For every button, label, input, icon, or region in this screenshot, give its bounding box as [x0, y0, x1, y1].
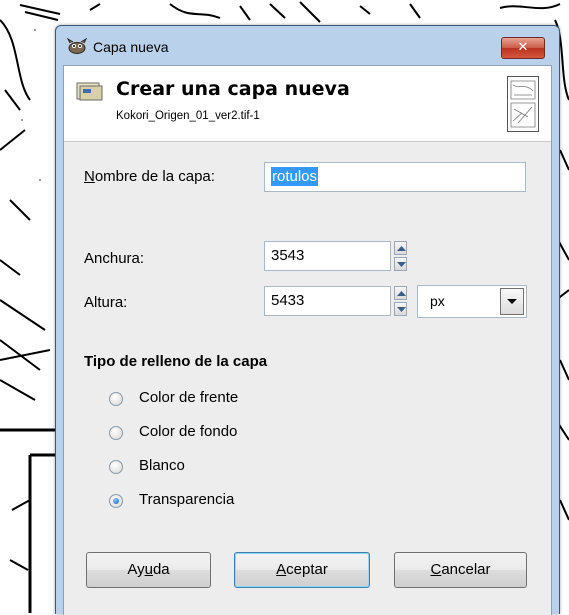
dialog-header: Crear una capa nueva Kokori_Origen_01_ve… [64, 66, 551, 142]
spin-down-icon[interactable] [394, 257, 407, 271]
unit-dropdown-button[interactable] [500, 288, 524, 315]
height-label: Altura: [84, 294, 128, 311]
cancel-button[interactable]: Cancelar [394, 552, 527, 588]
radio-button[interactable] [109, 426, 123, 440]
unit-select[interactable]: px [417, 285, 527, 318]
width-stepper[interactable] [394, 241, 408, 273]
dialog-heading: Crear una capa nueva [116, 78, 350, 100]
image-name: Kokori_Origen_01_ver2.tif-1 [116, 110, 260, 122]
height-input[interactable]: 5433 [264, 286, 391, 316]
image-thumbnail [507, 76, 539, 132]
width-label: Anchura: [84, 250, 145, 267]
unit-value: px [430, 293, 445, 309]
radio-button[interactable] [109, 494, 123, 508]
new-layer-dialog: Capa nueva ✕ Crear una capa nueva Kokori… [55, 25, 560, 615]
accept-button[interactable]: Aceptar [234, 552, 370, 588]
help-button[interactable]: Ayuda [86, 552, 211, 588]
width-input[interactable]: 3543 [264, 241, 391, 271]
spin-up-icon[interactable] [394, 286, 407, 300]
spin-up-icon[interactable] [394, 241, 407, 255]
height-stepper[interactable] [394, 286, 408, 318]
spin-down-icon[interactable] [394, 302, 407, 316]
fill-type-heading: Tipo de relleno de la capa [84, 353, 268, 370]
window-title: Capa nueva [93, 39, 169, 55]
close-button[interactable]: ✕ [501, 37, 545, 59]
radio-button[interactable] [109, 392, 123, 406]
radio-button[interactable] [109, 460, 123, 474]
layer-icon [76, 82, 103, 101]
title-bar[interactable]: Capa nueva ✕ [56, 26, 559, 64]
layer-name-label: Nombre de la capa: [84, 168, 215, 185]
gimp-mascot-icon [67, 38, 87, 54]
dialog-body: Crear una capa nueva Kokori_Origen_01_ve… [63, 65, 552, 615]
chevron-down-icon [507, 299, 517, 304]
layer-name-input[interactable]: rotulos [264, 162, 526, 192]
